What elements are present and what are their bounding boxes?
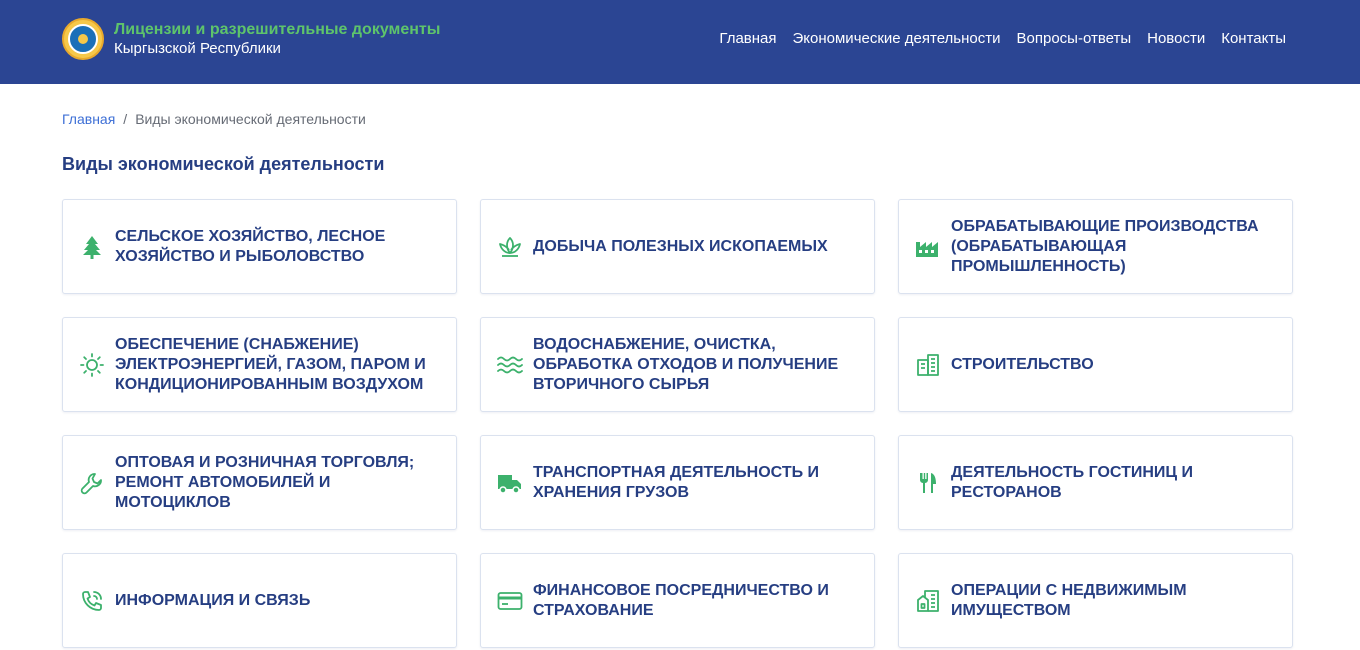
truck-icon xyxy=(497,470,523,496)
breadcrumb-current: Виды экономической деятельности xyxy=(135,111,366,127)
credit-card-icon xyxy=(497,588,523,614)
fork-knife-icon xyxy=(915,470,941,496)
activity-card-label: ДЕЯТЕЛЬНОСТЬ ГОСТИНИЦ И РЕСТОРАНОВ xyxy=(951,463,1194,501)
brand-title: Лицензии и разрешительные документы Кырг… xyxy=(114,20,440,58)
phone-ringing-icon xyxy=(79,588,105,614)
breadcrumb: Главная / Виды экономической деятельност… xyxy=(62,111,366,127)
activity-card-hospitality[interactable]: ДЕЯТЕЛЬНОСТЬ ГОСТИНИЦ И РЕСТОРАНОВ xyxy=(898,435,1293,530)
activity-card-ict[interactable]: ИНФОРМАЦИЯ И СВЯЗЬ xyxy=(62,553,457,648)
nav-link-home[interactable]: Главная xyxy=(719,30,776,47)
factory-icon xyxy=(915,234,941,260)
tree-icon xyxy=(79,234,105,260)
activity-card-transport[interactable]: ТРАНСПОРТНАЯ ДЕЯТЕЛЬНОСТЬ И ХРАНЕНИЯ ГРУ… xyxy=(480,435,875,530)
lotus-icon xyxy=(497,234,523,260)
activity-card-manufacturing[interactable]: ОБРАБАТЫВАЮЩИЕ ПРОИЗВОДСТВА (ОБРАБАТЫВАЮ… xyxy=(898,199,1293,294)
building-icon xyxy=(915,352,941,378)
nav-link-economic-activities[interactable]: Экономические деятельности xyxy=(793,30,1001,47)
real-estate-icon xyxy=(915,588,941,614)
waves-icon xyxy=(497,352,523,378)
activity-card-construction[interactable]: СТРОИТЕЛЬСТВО xyxy=(898,317,1293,412)
kyrgyz-emblem-icon xyxy=(62,18,104,60)
activity-card-label: ДОБЫЧА ПОЛЕЗНЫХ ИСКОПАЕМЫХ xyxy=(533,237,828,255)
activity-card-trade[interactable]: ОПТОВАЯ И РОЗНИЧНАЯ ТОРГОВЛЯ; РЕМОНТ АВТ… xyxy=(62,435,457,530)
brand-title-line2: Кыргызской Республики xyxy=(114,40,281,57)
activity-grid: СЕЛЬСКОЕ ХОЗЯЙСТВО, ЛЕСНОЕ ХОЗЯЙСТВО И Р… xyxy=(62,199,1294,648)
main-nav: Главная Экономические деятельности Вопро… xyxy=(719,30,1286,47)
breadcrumb-home-link[interactable]: Главная xyxy=(62,111,115,127)
top-header: Лицензии и разрешительные документы Кырг… xyxy=(0,0,1360,84)
nav-link-news[interactable]: Новости xyxy=(1147,30,1205,47)
activity-card-label: ВОДОСНАБЖЕНИЕ, ОЧИСТКА, ОБРАБОТКА ОТХОДО… xyxy=(533,335,839,393)
activity-card-label: СЕЛЬСКОЕ ХОЗЯЙСТВО, ЛЕСНОЕ ХОЗЯЙСТВО И Р… xyxy=(115,227,386,265)
breadcrumb-separator: / xyxy=(123,111,128,127)
activity-card-label: ФИНАНСОВОЕ ПОСРЕДНИЧЕСТВО И СТРАХОВАНИЕ xyxy=(533,581,829,619)
activity-card-energy[interactable]: ОБЕСПЕЧЕНИЕ (СНАБЖЕНИЕ) ЭЛЕКТРОЭНЕРГИЕЙ,… xyxy=(62,317,457,412)
activity-card-label: СТРОИТЕЛЬСТВО xyxy=(951,355,1094,373)
site-brand[interactable]: Лицензии и разрешительные документы Кырг… xyxy=(62,18,440,60)
brand-title-line1: Лицензии и разрешительные документы xyxy=(114,21,441,38)
activity-card-label: ТРАНСПОРТНАЯ ДЕЯТЕЛЬНОСТЬ И ХРАНЕНИЯ ГРУ… xyxy=(533,463,820,501)
wrench-icon xyxy=(79,470,105,496)
activity-card-water[interactable]: ВОДОСНАБЖЕНИЕ, ОЧИСТКА, ОБРАБОТКА ОТХОДО… xyxy=(480,317,875,412)
activity-card-real-estate[interactable]: ОПЕРАЦИИ С НЕДВИЖИМЫМ ИМУЩЕСТВОМ xyxy=(898,553,1293,648)
activity-card-mining[interactable]: ДОБЫЧА ПОЛЕЗНЫХ ИСКОПАЕМЫХ xyxy=(480,199,875,294)
activity-card-label: ОБРАБАТЫВАЮЩИЕ ПРОИЗВОДСТВА (ОБРАБАТЫВАЮ… xyxy=(951,217,1259,275)
activity-card-label: ОПЕРАЦИИ С НЕДВИЖИМЫМ ИМУЩЕСТВОМ xyxy=(951,581,1187,619)
nav-link-faq[interactable]: Вопросы-ответы xyxy=(1017,30,1132,47)
sun-icon xyxy=(79,352,105,378)
activity-card-label: ИНФОРМАЦИЯ И СВЯЗЬ xyxy=(115,591,311,609)
activity-card-finance[interactable]: ФИНАНСОВОЕ ПОСРЕДНИЧЕСТВО И СТРАХОВАНИЕ xyxy=(480,553,875,648)
nav-link-contacts[interactable]: Контакты xyxy=(1221,30,1286,47)
activity-card-label: ОПТОВАЯ И РОЗНИЧНАЯ ТОРГОВЛЯ; РЕМОНТ АВТ… xyxy=(115,453,415,511)
page-title: Виды экономической деятельности xyxy=(62,154,385,174)
activity-card-label: ОБЕСПЕЧЕНИЕ (СНАБЖЕНИЕ) ЭЛЕКТРОЭНЕРГИЕЙ,… xyxy=(115,335,426,393)
activity-card-agriculture[interactable]: СЕЛЬСКОЕ ХОЗЯЙСТВО, ЛЕСНОЕ ХОЗЯЙСТВО И Р… xyxy=(62,199,457,294)
